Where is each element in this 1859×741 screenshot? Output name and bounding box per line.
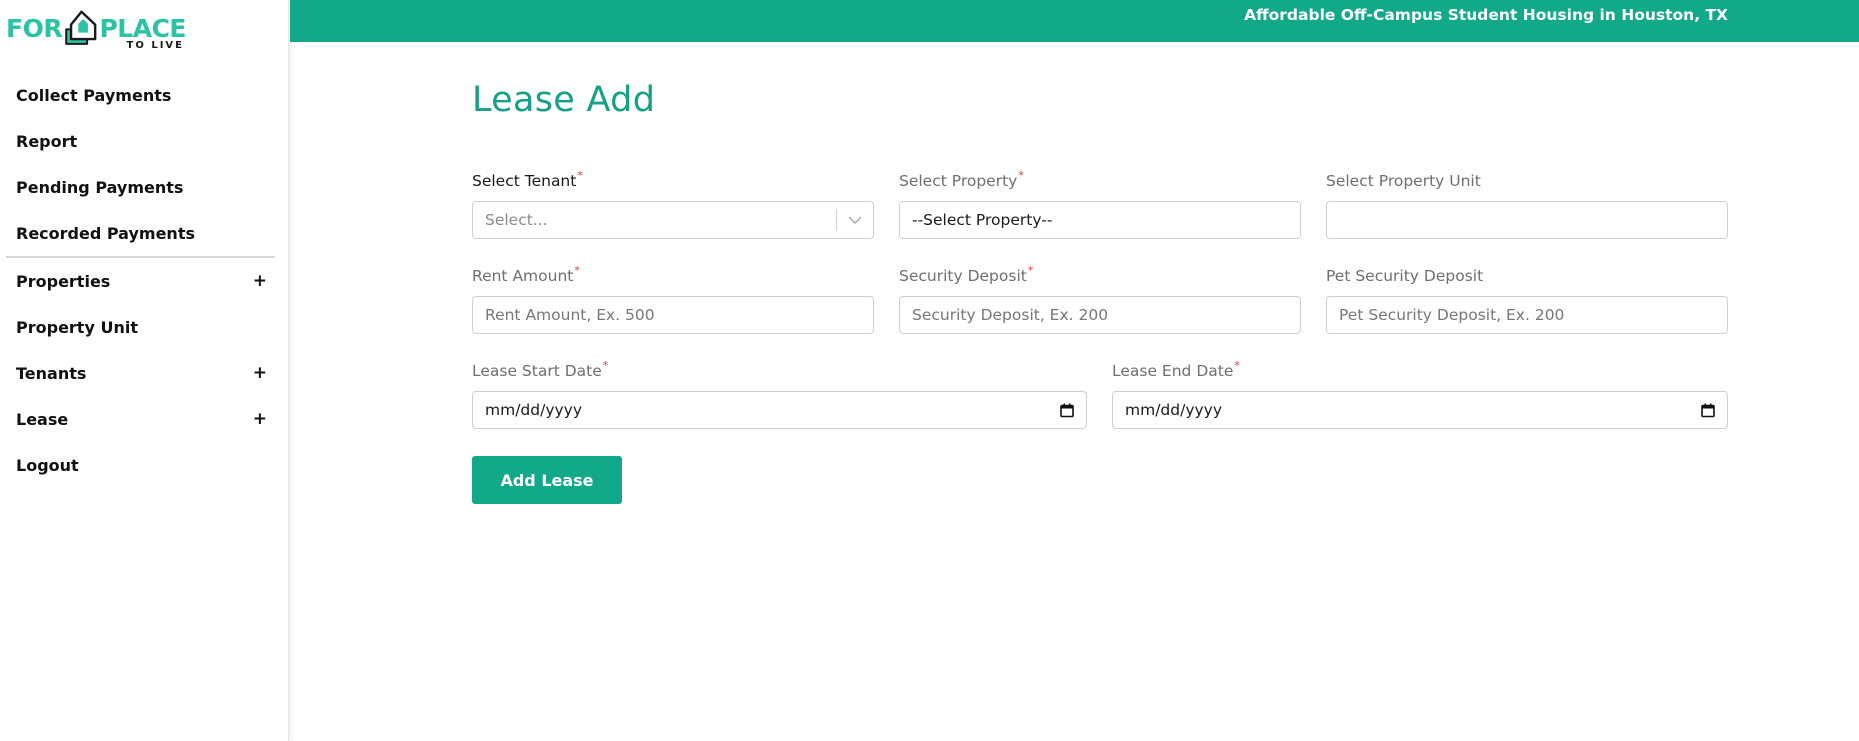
lease-end-date-input[interactable]: mm/dd/yyyy [1112, 391, 1728, 429]
sidebar-item-label: Pending Payments [16, 177, 184, 197]
brand-logo[interactable]: FOR PLACE TO LIVE [6, 4, 186, 52]
sidebar-item-label: Collect Payments [16, 85, 172, 105]
sidebar-item-label: Logout [16, 455, 79, 475]
security-deposit-input[interactable]: Security Deposit, Ex. 200 [899, 296, 1301, 334]
select-tenant-label: Select Tenant [472, 172, 577, 190]
field-label: Select Property Unit [1326, 172, 1728, 194]
rent-amount-label: Rent Amount [472, 267, 574, 285]
field-label: Lease End Date* [1112, 359, 1728, 384]
house-logo-icon [65, 10, 97, 45]
security-deposit-placeholder: Security Deposit, Ex. 200 [912, 306, 1109, 324]
property-unit-select[interactable] [1326, 201, 1728, 239]
sidebar-item-logout[interactable]: Logout [0, 442, 289, 488]
field-label: Rent Amount* [472, 264, 874, 289]
tenant-select[interactable]: Select... [472, 201, 874, 239]
select-property-unit-field: Select Property Unit [1326, 172, 1728, 239]
select-tenant-field: Select Tenant* Select... [472, 169, 874, 239]
security-deposit-field: Security Deposit* Security Deposit, Ex. … [899, 264, 1301, 334]
pet-security-deposit-label: Pet Security Deposit [1326, 267, 1484, 285]
pet-security-deposit-placeholder: Pet Security Deposit, Ex. 200 [1339, 306, 1565, 324]
select-property-field: Select Property* --Select Property-- [899, 169, 1301, 239]
field-label: Security Deposit* [899, 264, 1301, 289]
sidebar-item-properties[interactable]: Properties + [0, 258, 289, 304]
sidebar-item-recorded-payments[interactable]: Recorded Payments [0, 210, 289, 256]
sidebar-item-tenants[interactable]: Tenants + [0, 350, 289, 396]
lease-start-date-input[interactable]: mm/dd/yyyy [472, 391, 1087, 429]
sidebar-item-label: Property Unit [16, 317, 138, 337]
sidebar: FOR PLACE TO LIVE Collect Payments Repor… [0, 0, 289, 741]
sidebar-item-label: Properties [16, 271, 111, 291]
select-property-label: Select Property [899, 172, 1018, 190]
pet-security-deposit-input[interactable]: Pet Security Deposit, Ex. 200 [1326, 296, 1728, 334]
rent-amount-placeholder: Rent Amount, Ex. 500 [485, 306, 655, 324]
property-select-value: --Select Property-- [912, 211, 1053, 229]
sidebar-item-property-unit[interactable]: Property Unit [0, 304, 289, 350]
security-deposit-label: Security Deposit [899, 267, 1027, 285]
required-mark: * [577, 169, 583, 182]
sidebar-item-pending-payments[interactable]: Pending Payments [0, 164, 289, 210]
required-mark: * [574, 264, 580, 277]
lease-start-date-value: mm/dd/yyyy [485, 401, 583, 419]
logo-text-place: PLACE [99, 14, 186, 43]
lease-start-date-field: Lease Start Date* mm/dd/yyyy [472, 359, 1087, 429]
top-bar: Affordable Off-Campus Student Housing in… [290, 0, 1859, 42]
field-label: Select Property* [899, 169, 1301, 194]
lease-end-date-value: mm/dd/yyyy [1125, 401, 1223, 419]
page-title: Lease Add [472, 80, 656, 120]
sidebar-item-label: Tenants [16, 363, 87, 383]
logo-right-group: PLACE TO LIVE [99, 14, 186, 51]
rent-amount-field: Rent Amount* Rent Amount, Ex. 500 [472, 264, 874, 334]
plus-icon[interactable]: + [253, 409, 267, 429]
header-tagline: Affordable Off-Campus Student Housing in… [1244, 6, 1728, 24]
sidebar-item-label: Recorded Payments [16, 223, 195, 243]
pet-security-deposit-field: Pet Security Deposit Pet Security Deposi… [1326, 267, 1728, 334]
plus-icon[interactable]: + [253, 271, 267, 291]
logo-text-for: FOR [6, 14, 63, 43]
sidebar-item-collect-payments[interactable]: Collect Payments [0, 72, 289, 118]
field-label: Select Tenant* [472, 169, 874, 194]
calendar-icon[interactable] [1701, 403, 1715, 418]
required-mark: * [602, 359, 609, 372]
field-label: Lease Start Date* [472, 359, 1087, 384]
required-mark: * [1018, 169, 1024, 182]
chevron-down-icon[interactable] [837, 215, 873, 225]
lease-end-date-field: Lease End Date* mm/dd/yyyy [1112, 359, 1728, 429]
sidebar-item-report[interactable]: Report [0, 118, 289, 164]
select-indicator [836, 202, 873, 238]
select-property-unit-label: Select Property Unit [1326, 172, 1481, 190]
plus-icon[interactable]: + [253, 363, 267, 383]
lease-start-date-label: Lease Start Date [472, 362, 602, 380]
calendar-icon[interactable] [1060, 403, 1074, 418]
logo-text-to-live: TO LIVE [126, 40, 184, 51]
lease-end-date-label: Lease End Date [1112, 362, 1234, 380]
sidebar-item-lease[interactable]: Lease + [0, 396, 289, 442]
sidebar-item-label: Lease [16, 409, 69, 429]
required-mark: * [1027, 264, 1034, 277]
field-label: Pet Security Deposit [1326, 267, 1728, 289]
property-select[interactable]: --Select Property-- [899, 201, 1301, 239]
add-lease-button[interactable]: Add Lease [472, 456, 622, 504]
sidebar-nav: Collect Payments Report Pending Payments… [0, 72, 289, 488]
sidebar-item-label: Report [16, 131, 78, 151]
rent-amount-input[interactable]: Rent Amount, Ex. 500 [472, 296, 874, 334]
tenant-select-placeholder: Select... [485, 211, 548, 229]
required-mark: * [1234, 359, 1240, 372]
